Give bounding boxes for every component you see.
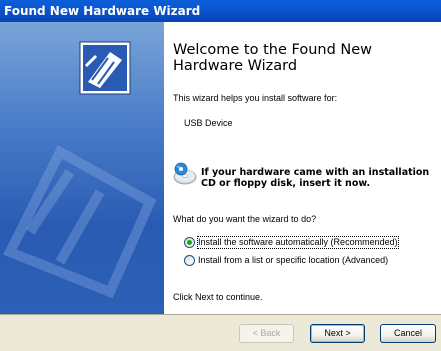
option-label[interactable]: Install the software automatically (Reco… (197, 236, 399, 249)
hardware-wizard-icon (79, 41, 131, 95)
wizard-sidebar (0, 22, 164, 314)
window-title: Found New Hardware Wizard (4, 4, 201, 18)
option-install-automatically[interactable]: Install the software automatically (Reco… (184, 236, 439, 249)
cd-notice: If your hardware came with an installati… (173, 162, 441, 196)
wizard-content: Welcome to the Found New Hardware Wizard… (164, 22, 441, 314)
next-button[interactable]: Next > (310, 324, 365, 343)
button-bar: < Back Next > Cancel (0, 314, 441, 351)
cancel-button[interactable]: Cancel (380, 324, 436, 343)
radio-button-selected[interactable] (184, 237, 195, 248)
radio-button[interactable] (184, 255, 195, 266)
option-install-from-list[interactable]: Install from a list or specific location… (184, 255, 439, 267)
radio-dot (187, 240, 192, 245)
continue-hint: Click Next to continue. (173, 292, 263, 302)
cd-icon (173, 162, 197, 185)
option-label[interactable]: Install from a list or specific location… (198, 255, 388, 266)
device-name: USB Device (184, 118, 233, 128)
intro-text: This wizard helps you install software f… (173, 93, 338, 103)
page-title: Welcome to the Found New Hardware Wizard (173, 42, 373, 74)
question-text: What do you want the wizard to do? (173, 214, 317, 224)
sidebar-art (3, 41, 157, 299)
back-button[interactable]: < Back (239, 324, 294, 343)
title-bar[interactable]: Found New Hardware Wizard (0, 0, 441, 22)
wizard-window: Found New Hardware Wizard Welcome to the… (0, 0, 441, 351)
cd-notice-text: If your hardware came with an installati… (201, 167, 430, 189)
